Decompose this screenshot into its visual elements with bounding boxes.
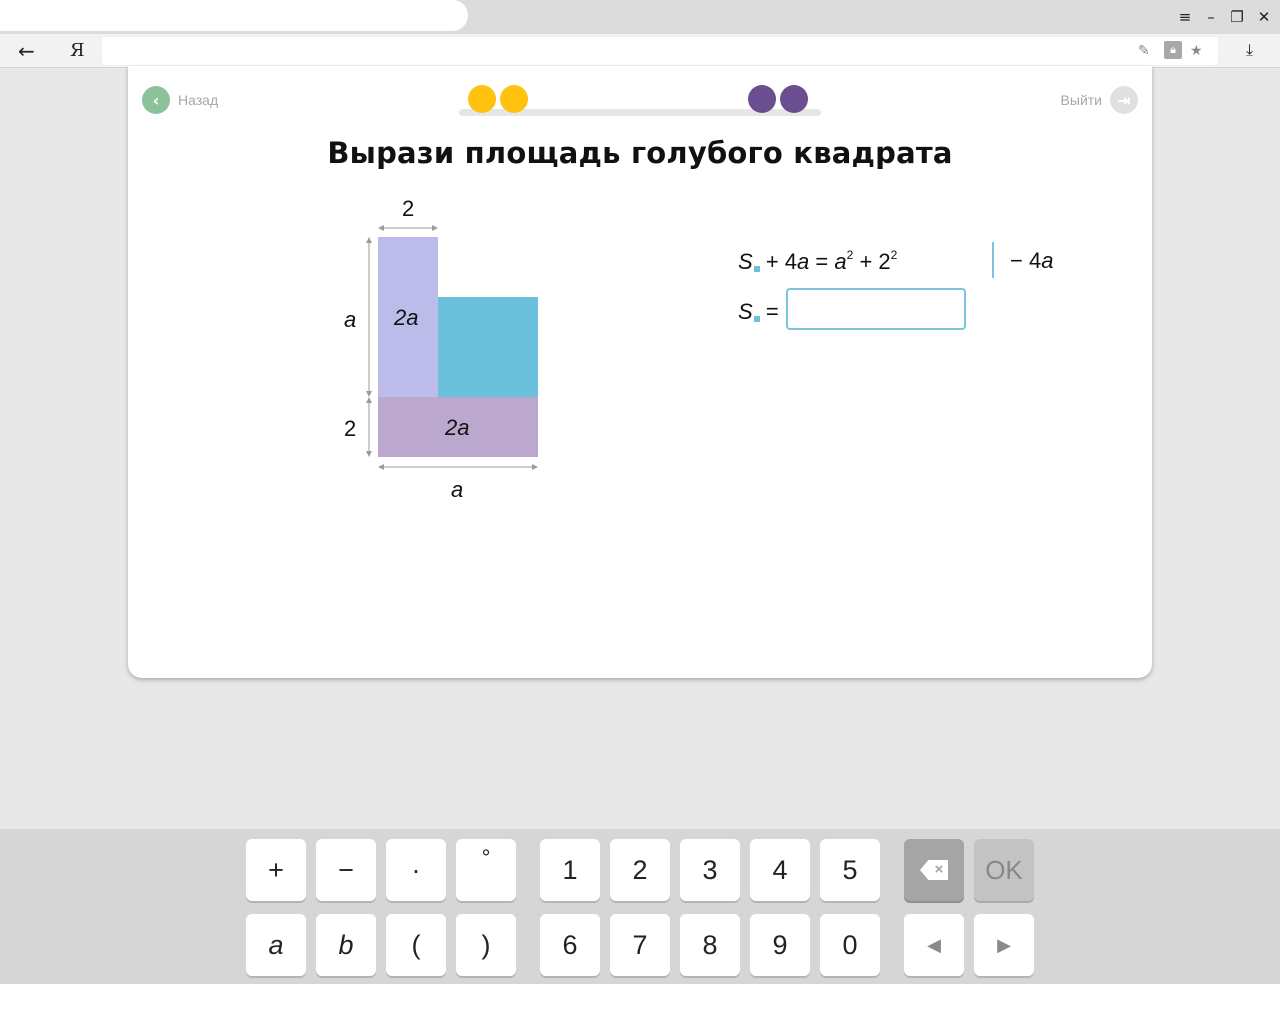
key-6[interactable]: 6 [540,914,600,976]
menu-icon[interactable]: ≡ [1174,6,1196,28]
address-bar[interactable]: ✎ ★ [102,37,1218,65]
area-symbol: S [738,299,753,324]
arrow-icon [532,464,538,470]
eq-var: a [797,249,810,274]
key-degree[interactable]: ° [456,839,516,901]
lock-icon[interactable]: 🔒︎ [1164,41,1182,59]
eq-exponent: 2 [890,248,898,262]
protect-icon[interactable]: ✎ [1138,44,1150,58]
dim-left-2-label: 2 [344,416,357,441]
eq-term: + 4 [765,249,798,274]
square-mark-icon [753,316,760,322]
key-7[interactable]: 7 [610,914,670,976]
lilac-rect-label: 2a [394,305,419,330]
arrow-icon [432,225,438,231]
key-0[interactable]: 0 [820,914,880,976]
dim-left-a-label: a [344,307,357,332]
key-8[interactable]: 8 [680,914,740,976]
purple-rect-label: 2a [445,415,470,440]
equation-line-1: S + 4a = a2 + 22 [738,248,897,275]
close-icon[interactable]: ✕ [1253,6,1275,28]
restore-icon[interactable]: ❐ [1226,6,1248,28]
key-5[interactable]: 5 [820,839,880,901]
key-plus[interactable]: + [246,839,306,901]
download-icon[interactable]: ⤓ [1246,40,1253,60]
minimize-icon[interactable]: – [1200,6,1222,28]
arrow-icon [378,464,384,470]
key-2[interactable]: 2 [610,839,670,901]
key-9[interactable]: 9 [750,914,810,976]
dim-bottom-label: a [451,477,464,502]
arrow-icon [378,225,384,231]
key-4[interactable]: 4 [750,839,810,901]
key-1[interactable]: 1 [540,839,600,901]
blue-square [438,297,538,397]
browser-logo[interactable]: Я [70,40,85,62]
arrow-icon [366,237,372,243]
browser-back-icon[interactable]: ← [18,40,35,62]
dim-top-label: 2 [402,196,415,221]
operation-term: − 4 [1010,248,1042,273]
backspace-key[interactable]: × [904,839,964,901]
bottom-strip [0,984,1280,1024]
browser-tab[interactable] [0,0,468,31]
key-var-b[interactable]: b [316,914,376,976]
key-var-a[interactable]: a [246,914,306,976]
eq-exponent: 2 [846,248,854,262]
equation-operation: − 4a [1010,248,1053,274]
operation-divider [992,242,994,278]
task-card: ‹ Назад Выйти ⇥ Вырази площадь голубого … [128,66,1152,678]
key-multiply[interactable]: · [386,839,446,901]
eq-term: + 2 [859,249,891,274]
answer-input[interactable] [786,288,966,330]
bookmark-star-icon[interactable]: ★ [1190,44,1203,58]
operation-var: a [1041,248,1054,273]
eq-var: a [834,249,847,274]
square-mark-icon [753,266,760,272]
eq-sign: = [765,299,779,324]
equation-line-2: S = [738,299,779,325]
ok-button[interactable]: OK [974,839,1034,901]
arrow-icon [366,397,372,403]
arrow-icon [366,451,372,457]
cursor-right-button[interactable]: ▶ [974,914,1034,976]
key-3[interactable]: 3 [680,839,740,901]
backspace-icon: × [920,860,948,880]
key-open-paren[interactable]: ( [386,914,446,976]
area-symbol: S [738,249,753,274]
arrow-icon [366,391,372,397]
eq-sign: = [815,249,829,274]
key-minus[interactable]: − [316,839,376,901]
key-close-paren[interactable]: ) [456,914,516,976]
browser-titlebar: ≡ – ❐ ✕ [0,0,1280,34]
browser-toolbar: ← Я ✎ ★ [0,34,1280,68]
cursor-left-button[interactable]: ◀ [904,914,964,976]
area-figure [366,225,538,470]
